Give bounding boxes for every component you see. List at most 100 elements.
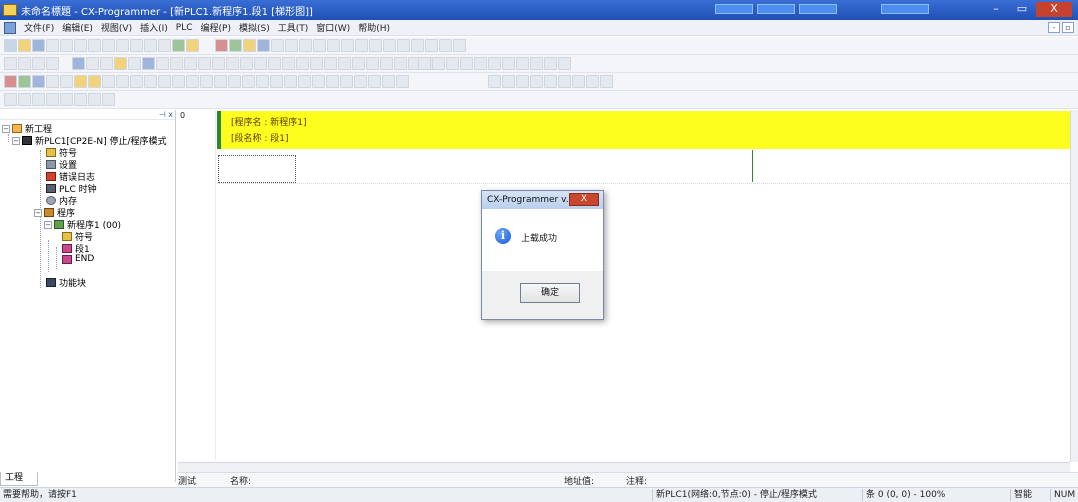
force-cancel-icon[interactable] [200,75,213,88]
program-view-icon[interactable] [418,57,431,70]
force-off-icon[interactable] [186,75,199,88]
sfc-jump-icon[interactable] [530,75,543,88]
cross-ref-icon[interactable] [341,39,354,52]
compile-icon[interactable] [243,39,256,52]
st-format-icon[interactable] [102,93,115,106]
menu-tools[interactable]: 工具(T) [274,21,313,34]
run-icon[interactable] [158,75,171,88]
workspace-close-icon[interactable]: ⊣ x [159,110,173,119]
mdi-minimize-button[interactable]: - [1048,22,1060,33]
sfc-comment-icon[interactable] [558,75,571,88]
horizontal-line-icon[interactable] [226,57,239,70]
new-icon[interactable] [4,39,17,52]
work-online-icon[interactable] [4,75,17,88]
network-icon[interactable] [394,57,407,70]
run-mode-icon[interactable] [271,39,284,52]
menu-window[interactable]: 窗口(W) [312,21,354,34]
monitor-icon[interactable] [229,39,242,52]
sfc-end-icon[interactable] [600,75,613,88]
ladder-view-icon[interactable] [530,57,543,70]
sfc-link-icon[interactable] [586,75,599,88]
simulate-icon[interactable] [284,75,297,88]
grid-icon[interactable] [439,39,452,52]
grid-toggle-icon[interactable] [86,57,99,70]
save-icon[interactable] [32,39,45,52]
send-changes-icon[interactable] [270,75,283,88]
or-no-icon[interactable] [184,57,197,70]
sfc-icon[interactable] [338,57,351,70]
vertical-line-icon[interactable] [212,57,225,70]
menu-plc[interactable]: PLC [172,23,197,33]
indent-icon[interactable] [4,93,17,106]
sfc-branch-icon[interactable] [516,75,529,88]
menu-help[interactable]: 帮助(H) [354,21,394,34]
collapse-icon[interactable]: − [34,208,42,217]
zoom-in-icon[interactable] [411,39,424,52]
sfc-transition-icon[interactable] [502,75,515,88]
address-ref-icon[interactable] [355,39,368,52]
st-icon[interactable] [352,57,365,70]
toggle-monitoring-icon[interactable] [18,75,31,88]
output-view-icon[interactable] [502,57,515,70]
step-run-icon[interactable] [298,75,311,88]
close-button[interactable]: X [1036,2,1072,17]
rung-comment-icon[interactable] [114,57,127,70]
preview-icon[interactable] [60,39,73,52]
restore-button[interactable]: ▭ [1010,2,1034,17]
compare-plc-icon[interactable] [102,75,115,88]
instruction-icon[interactable] [268,57,281,70]
coil-icon[interactable] [240,57,253,70]
mnemonic-icon[interactable] [366,57,379,70]
ok-button[interactable]: 确定 [520,283,580,303]
tab-project[interactable]: 工程 [0,472,38,486]
break-icon[interactable] [354,75,367,88]
toggle-view-icon[interactable] [558,57,571,70]
stop-mode-icon[interactable] [285,39,298,52]
dialog-close-button[interactable]: X [569,193,599,206]
line-connect-icon[interactable] [296,57,309,70]
line-delete-icon[interactable] [310,57,323,70]
sfc-action-icon[interactable] [544,75,557,88]
transfer-icon[interactable] [257,39,270,52]
vertical-scrollbar[interactable] [1070,110,1078,462]
bookmark-icon[interactable] [32,93,45,106]
debug-mode-icon[interactable] [130,75,143,88]
info-tool-icon[interactable] [172,39,185,52]
collapse-icon[interactable]: − [44,220,52,229]
replace-icon[interactable] [158,39,171,52]
contact-no-icon[interactable] [156,57,169,70]
pause-icon[interactable] [340,75,353,88]
menu-file[interactable]: 文件(F) [20,21,58,34]
online-icon[interactable] [215,39,228,52]
reset-icon[interactable] [228,75,241,88]
symbol-view-icon[interactable] [460,57,473,70]
st-uncomment-icon[interactable] [88,93,101,106]
ladder-cursor[interactable] [218,155,296,183]
watch-view-icon[interactable] [516,57,529,70]
pt-icon[interactable] [282,57,295,70]
print-icon[interactable] [46,39,59,52]
sfc-subchart-icon[interactable] [572,75,585,88]
sfc-step-icon[interactable] [488,75,501,88]
zoom-fit-icon[interactable] [18,57,31,70]
collapse-icon[interactable]: − [12,136,20,145]
io-table-icon[interactable] [369,39,382,52]
monitor-mode-icon[interactable] [144,75,157,88]
program-mode-icon[interactable] [116,75,129,88]
tree-item-end[interactable]: END [62,254,94,264]
continuous-step-icon[interactable] [312,75,325,88]
time-chart-icon[interactable] [60,75,73,88]
online-edit-icon[interactable] [242,75,255,88]
step-in-icon[interactable] [368,75,381,88]
st-insert-icon[interactable] [60,93,73,106]
redo-icon[interactable] [130,39,143,52]
paste-icon[interactable] [102,39,115,52]
transfer-to-plc-icon[interactable] [74,75,87,88]
edit-cut-icon[interactable] [324,57,337,70]
minimize-button[interactable]: – [984,2,1008,17]
set-icon[interactable] [214,75,227,88]
tree-item-plc[interactable]: − 新PLC1[CP2E-N] 停止/程序模式 [12,134,166,147]
attribute-icon[interactable] [128,57,141,70]
menu-view[interactable]: 视图(V) [97,21,136,34]
function-view-icon[interactable] [544,57,557,70]
